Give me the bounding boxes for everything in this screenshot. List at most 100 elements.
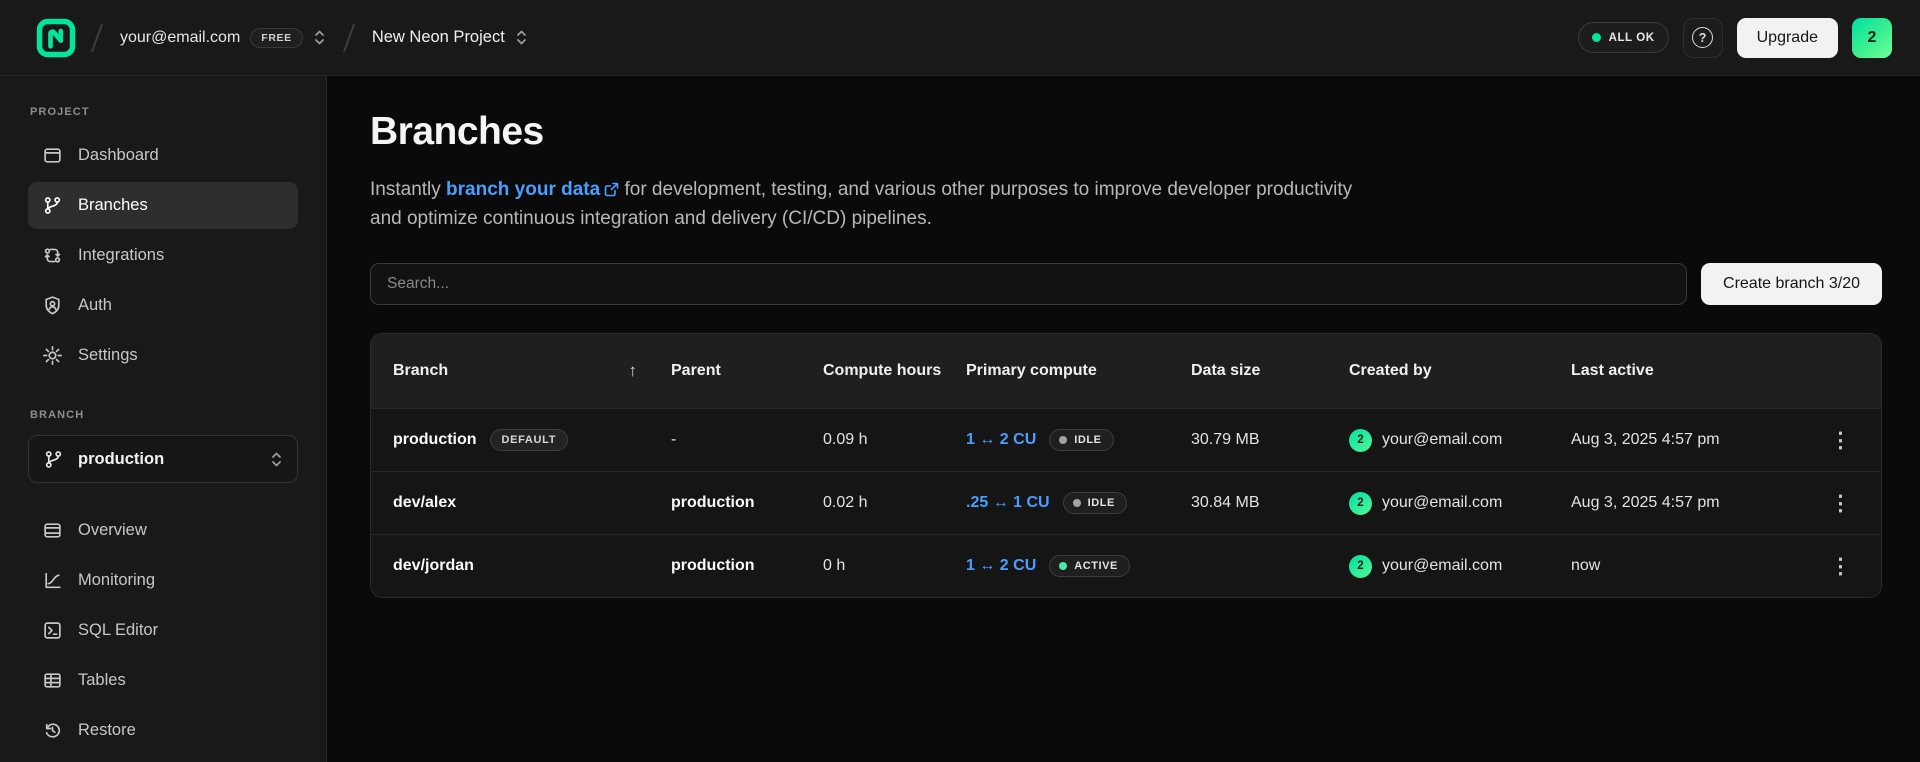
create-branch-button[interactable]: Create branch 3/20 <box>1701 263 1882 305</box>
sidebar-item-tables[interactable]: Tables <box>28 657 298 704</box>
branch-name: dev/alex <box>393 494 456 512</box>
column-header-compute-hours: Compute hours <box>823 361 966 381</box>
table-header-row: Branch ↑ Parent Compute hours Primary co… <box>371 334 1881 408</box>
restore-history-icon <box>42 720 63 741</box>
compute-hours: 0 h <box>823 557 966 575</box>
upgrade-button[interactable]: Upgrade <box>1737 18 1838 58</box>
avatar: 2 <box>1349 555 1372 578</box>
sidebar-item-label: Branches <box>78 196 148 215</box>
branch-selector[interactable]: production <box>28 435 298 483</box>
created-by-email: your@email.com <box>1382 494 1502 512</box>
description-text: and optimize continuous integration and … <box>370 208 932 229</box>
last-active: Aug 3, 2025 4:57 pm <box>1571 431 1819 449</box>
sidebar-item-restore[interactable]: Restore <box>28 707 298 754</box>
sidebar-item-settings[interactable]: Settings <box>28 332 298 379</box>
project-selector[interactable]: New Neon Project <box>368 22 532 53</box>
sidebar-item-dashboard[interactable]: Dashboard <box>28 132 298 179</box>
sidebar-item-sql-editor[interactable]: SQL Editor <box>28 607 298 654</box>
idle-dot <box>1059 436 1067 444</box>
data-size: 30.84 MB <box>1191 494 1349 512</box>
sidebar-item-overview[interactable]: Overview <box>28 507 298 554</box>
primary-compute-link[interactable]: 1 ↔ 2 CU <box>966 557 1036 575</box>
branch-your-data-link[interactable]: branch your data <box>446 179 619 200</box>
column-header-data-size: Data size <box>1191 361 1349 381</box>
created-by-email: your@email.com <box>1382 557 1502 575</box>
top-header: your@email.com FREE New Neon Project ALL… <box>0 0 1920 76</box>
git-branch-icon <box>43 449 64 470</box>
table-row[interactable]: dev/jordan production 0 h 1 ↔ 2 CU ACTIV… <box>371 534 1881 597</box>
external-link-icon <box>604 182 619 197</box>
sidebar-item-monitoring[interactable]: Monitoring <box>28 557 298 604</box>
branch-section-title: BRANCH <box>0 409 326 421</box>
sidebar: PROJECT Dashboard Branches <box>0 76 327 762</box>
question-mark-icon: ? <box>1692 27 1713 48</box>
breadcrumb-slash <box>343 23 355 52</box>
sidebar-item-branches[interactable]: Branches <box>28 182 298 229</box>
integrations-icon <box>42 245 63 266</box>
column-header-last-active: Last active <box>1571 361 1819 381</box>
row-menu-button[interactable]: ⋮ <box>1822 426 1859 455</box>
created-by-email: your@email.com <box>1382 431 1502 449</box>
avatar: 2 <box>1349 492 1372 515</box>
status-ok-dot <box>1592 33 1601 42</box>
overview-icon <box>42 520 63 541</box>
sidebar-item-integrations[interactable]: Integrations <box>28 232 298 279</box>
default-badge: DEFAULT <box>490 429 569 451</box>
column-header-branch: Branch <box>393 361 448 381</box>
description-text: for development, testing, and various ot… <box>619 179 1352 200</box>
plan-badge: FREE <box>250 28 303 48</box>
compute-hours: 0.02 h <box>823 494 966 512</box>
sidebar-item-label: Integrations <box>78 246 164 265</box>
column-header-primary-compute: Primary compute <box>966 361 1191 381</box>
monitoring-chart-icon <box>42 570 63 591</box>
org-selector[interactable]: your@email.com FREE <box>116 22 330 54</box>
data-size: 30.79 MB <box>1191 431 1349 449</box>
sidebar-item-label: Dashboard <box>78 146 159 165</box>
auth-shield-icon <box>42 295 63 316</box>
page-title: Branches <box>370 110 1882 154</box>
sidebar-item-label: Tables <box>78 671 126 690</box>
sidebar-item-auth[interactable]: Auth <box>28 282 298 329</box>
project-name: New Neon Project <box>372 28 505 47</box>
parent-branch: production <box>671 557 823 575</box>
sidebar-item-label: Settings <box>78 346 138 365</box>
avatar: 2 <box>1349 429 1372 452</box>
row-menu-button[interactable]: ⋮ <box>1822 489 1859 518</box>
sidebar-item-label: Overview <box>78 521 147 540</box>
description-text: Instantly <box>370 179 446 200</box>
table-row[interactable]: production DEFAULT - 0.09 h 1 ↔ 2 CU IDL… <box>371 408 1881 471</box>
search-input[interactable] <box>370 263 1687 305</box>
sort-ascending-icon[interactable]: ↑ <box>629 360 638 381</box>
compute-status-badge: ACTIVE <box>1049 555 1130 577</box>
page-description: Instantly branch your data for developme… <box>370 176 1490 233</box>
system-status-pill[interactable]: ALL OK <box>1578 22 1669 53</box>
branch-name: dev/jordan <box>393 557 474 575</box>
sidebar-item-label: Monitoring <box>78 571 155 590</box>
column-header-parent: Parent <box>671 361 823 381</box>
last-active: Aug 3, 2025 4:57 pm <box>1571 494 1819 512</box>
row-menu-button[interactable]: ⋮ <box>1822 552 1859 581</box>
column-header-created-by: Created by <box>1349 361 1571 381</box>
branches-table: Branch ↑ Parent Compute hours Primary co… <box>370 333 1882 598</box>
compute-status-badge: IDLE <box>1049 429 1113 451</box>
parent-branch: production <box>671 494 823 512</box>
notification-count-badge[interactable]: 2 <box>1852 18 1892 58</box>
org-email: your@email.com <box>120 29 240 47</box>
sidebar-item-label: SQL Editor <box>78 621 158 640</box>
neon-logo[interactable] <box>34 16 78 60</box>
sidebar-item-label: Restore <box>78 721 136 740</box>
git-branch-icon <box>42 195 63 216</box>
primary-compute-link[interactable]: 1 ↔ 2 CU <box>966 431 1036 449</box>
gear-icon <box>42 345 63 366</box>
status-ok-label: ALL OK <box>1609 32 1655 44</box>
table-row[interactable]: dev/alex production 0.02 h .25 ↔ 1 CU ID… <box>371 471 1881 534</box>
primary-compute-link[interactable]: .25 ↔ 1 CU <box>966 494 1050 512</box>
help-button[interactable]: ? <box>1683 18 1723 58</box>
main-content: Branches Instantly branch your data for … <box>327 76 1920 762</box>
tables-icon <box>42 670 63 691</box>
project-section-title: PROJECT <box>0 106 326 118</box>
breadcrumb-slash <box>91 23 103 52</box>
compute-hours: 0.09 h <box>823 431 966 449</box>
chevron-updown-icon <box>270 451 283 468</box>
chevron-updown-icon <box>313 29 326 46</box>
